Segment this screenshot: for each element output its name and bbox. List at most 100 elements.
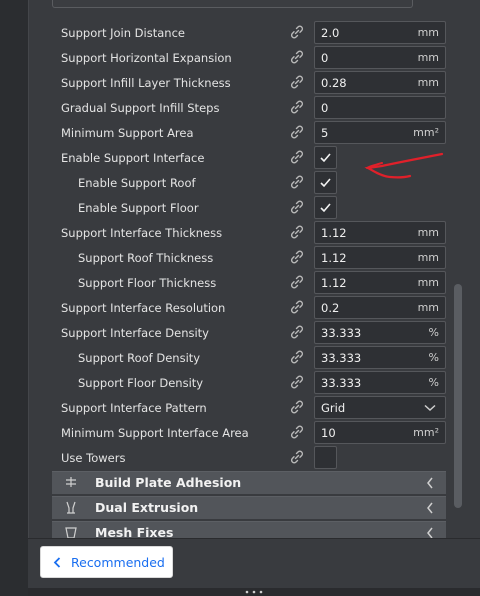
setting-label: Use Towers [61, 451, 126, 465]
setting-row: Support Roof Thickness 1.12 mm [52, 245, 446, 270]
left-edge [0, 0, 28, 596]
setting-select[interactable]: Grid [314, 396, 446, 419]
setting-value: 10 [321, 426, 336, 440]
setting-label: Enable Support Floor [78, 201, 199, 215]
setting-value: 0.2 [321, 301, 340, 315]
checkmark-icon [320, 203, 331, 213]
setting-value: 2.0 [321, 26, 340, 40]
setting-unit: % [428, 351, 439, 364]
setting-value: 0.28 [321, 76, 347, 90]
annotation-arrow [364, 152, 444, 179]
setting-label: Support Roof Thickness [78, 251, 214, 265]
setting-unit: mm [417, 301, 439, 314]
setting-row: Support Horizontal Expansion 0 mm [52, 45, 446, 70]
setting-input[interactable]: 2.0 mm [314, 21, 446, 44]
setting-input[interactable]: 33.333% [314, 346, 446, 369]
scrollbar-thumb[interactable] [454, 284, 462, 508]
setting-row: Enable Support Floor [52, 195, 446, 220]
link-icon[interactable] [290, 50, 304, 64]
link-icon[interactable] [290, 225, 304, 239]
setting-value: 5 [321, 126, 329, 140]
setting-input[interactable]: 5 mm² [314, 121, 446, 144]
link-icon[interactable] [290, 125, 304, 139]
setting-checkbox[interactable] [314, 146, 337, 169]
setting-unit: mm² [413, 126, 439, 139]
setting-label: Gradual Support Infill Steps [61, 101, 220, 115]
setting-value: 33.333 [321, 351, 362, 365]
setting-label: Support Interface Density [61, 326, 209, 340]
setting-row: Use Towers [52, 445, 446, 470]
setting-input[interactable]: 0.2 mm [314, 296, 446, 319]
setting-label: Support Interface Resolution [61, 301, 226, 315]
setting-label: Support Interface Pattern [61, 401, 207, 415]
setting-unit: mm [417, 76, 439, 89]
setting-input[interactable]: 10 mm² [314, 421, 446, 444]
setting-value: 1.12 [321, 251, 347, 265]
setting-input[interactable]: 1.12 mm [314, 246, 446, 269]
setting-row: Support Interface Density 33.333% [52, 320, 446, 345]
link-icon[interactable] [290, 150, 304, 164]
link-icon[interactable] [290, 200, 304, 214]
link-icon[interactable] [290, 75, 304, 89]
setting-row: Support Floor Density 33.333% [52, 370, 446, 395]
setting-input[interactable]: 33.333% [314, 321, 446, 344]
link-icon[interactable] [290, 175, 304, 189]
chevron-left-icon [427, 502, 433, 514]
link-icon[interactable] [290, 425, 304, 439]
setting-unit: % [428, 376, 439, 389]
setting-input[interactable]: 0.28 mm [314, 71, 446, 94]
setting-checkbox[interactable] [314, 171, 337, 194]
setting-unit: mm [417, 226, 439, 239]
setting-value: 1.12 [321, 226, 347, 240]
setting-row: Support Roof Density 33.333% [52, 345, 446, 370]
checkmark-icon [320, 153, 331, 163]
setting-label: Minimum Support Area [61, 126, 194, 140]
link-icon[interactable] [290, 350, 304, 364]
setting-row: Support Interface Thickness 1.12 mm [52, 220, 446, 245]
category-header[interactable]: Build Plate Adhesion [52, 471, 446, 494]
chevron-left-icon [427, 477, 433, 489]
setting-label: Support Interface Thickness [61, 226, 223, 240]
link-icon[interactable] [290, 450, 304, 464]
setting-input[interactable]: 1.12 mm [314, 221, 446, 244]
setting-unit: mm [417, 276, 439, 289]
link-icon[interactable] [290, 300, 304, 314]
setting-input[interactable]: 1.12 mm [314, 271, 446, 294]
setting-input[interactable]: 0 mm [314, 46, 446, 69]
category-header[interactable]: Dual Extrusion [52, 496, 446, 519]
setting-input[interactable]: 0 [314, 96, 446, 119]
chevron-left-icon [53, 557, 61, 568]
dual-extrusion-icon [66, 501, 76, 514]
setting-label: Support Floor Density [78, 376, 204, 390]
setting-input[interactable]: 33.333% [314, 371, 446, 394]
category-label: Build Plate Adhesion [95, 475, 242, 490]
setting-value: 0 [321, 101, 329, 115]
link-icon[interactable] [290, 100, 304, 114]
link-icon[interactable] [290, 325, 304, 339]
setting-value: 33.333 [321, 326, 362, 340]
setting-unit: mm [417, 26, 439, 39]
setting-checkbox[interactable] [314, 446, 337, 469]
setting-label: Support Roof Density [78, 351, 201, 365]
search-field[interactable] [52, 0, 413, 8]
setting-value: Grid [321, 401, 346, 415]
link-icon[interactable] [290, 275, 304, 289]
category-header[interactable]: Mesh Fixes [52, 521, 446, 540]
setting-checkbox[interactable] [314, 196, 337, 219]
resize-grip-icon[interactable] [244, 590, 264, 594]
setting-value: 0 [321, 51, 329, 65]
link-icon[interactable] [290, 375, 304, 389]
setting-unit: mm [417, 251, 439, 264]
setting-row: Support Infill Layer Thickness 0.28 mm [52, 70, 446, 95]
checkmark-icon [320, 178, 331, 188]
chevron-down-icon [424, 404, 436, 412]
setting-label: Enable Support Interface [61, 151, 205, 165]
category-label: Dual Extrusion [95, 500, 199, 515]
link-icon[interactable] [290, 25, 304, 39]
setting-row: Support Floor Thickness 1.12 mm [52, 270, 446, 295]
recommended-label: Recommended [71, 555, 165, 570]
link-icon[interactable] [290, 250, 304, 264]
recommended-button[interactable]: Recommended [40, 546, 173, 578]
build-plate-adhesion-icon [66, 477, 76, 487]
link-icon[interactable] [290, 400, 304, 414]
